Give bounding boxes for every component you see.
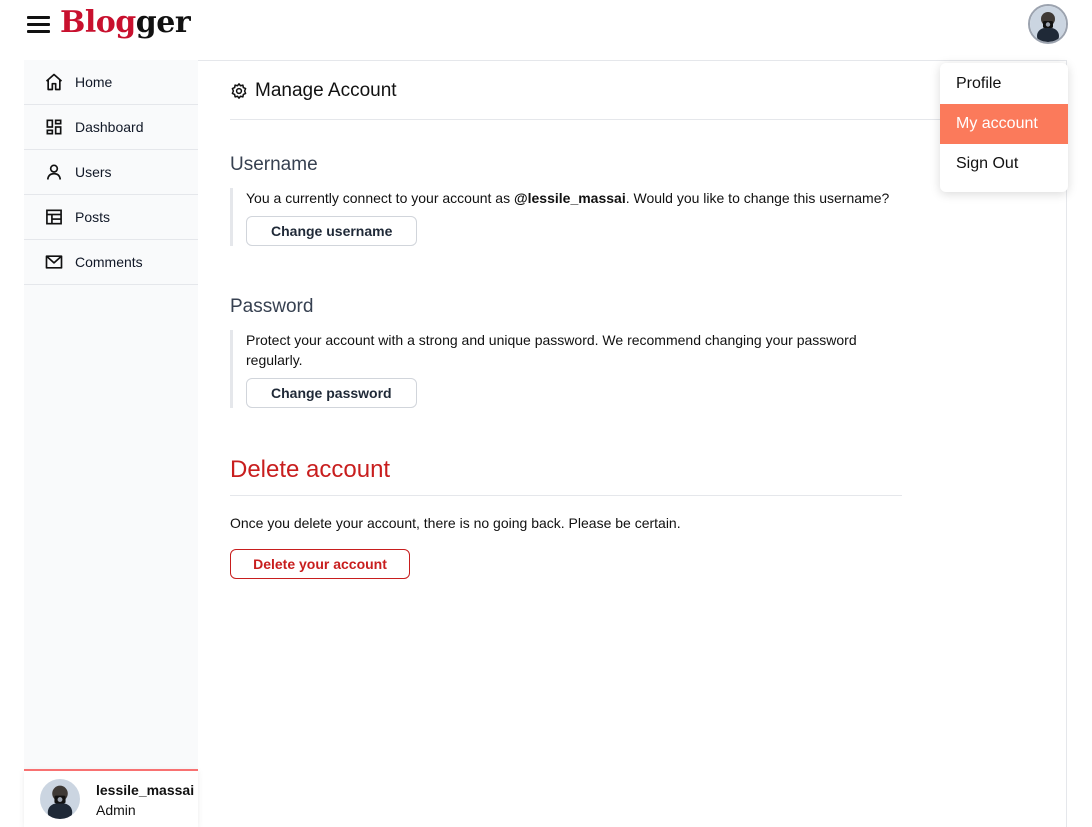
password-section: Protect your account with a strong and u… (230, 330, 880, 408)
avatar-photo-icon (40, 779, 80, 819)
username-heading: Username (230, 154, 318, 175)
page-title-text: Manage Account (255, 80, 397, 101)
sidebar-user-role: Admin (96, 802, 136, 818)
hamburger-menu-icon[interactable] (27, 14, 51, 36)
sidebar-item-home[interactable]: Home (24, 60, 198, 105)
account-dropdown-menu: Profile My account Sign Out (940, 63, 1068, 192)
sidebar-item-dashboard[interactable]: Dashboard (24, 105, 198, 150)
change-password-button[interactable]: Change password (246, 378, 417, 408)
username-handle: @lessile_massai (513, 190, 626, 206)
avatar-photo-icon (1030, 6, 1066, 42)
delete-account-heading: Delete account (230, 456, 391, 483)
sidebar-user-card[interactable]: lessile_massai Admin (24, 769, 198, 827)
password-description: Protect your account with a strong and u… (246, 332, 857, 368)
page-title: Manage Account (230, 80, 397, 102)
title-divider (230, 119, 950, 120)
sidebar-item-label: Comments (75, 254, 143, 270)
username-text-after: . Would you like to change this username… (625, 190, 890, 206)
password-heading: Password (230, 296, 314, 317)
gear-icon (231, 83, 247, 99)
username-text-before: You a currently connect to your account … (246, 190, 514, 206)
sidebar-username: lessile_massai (96, 782, 195, 798)
user-icon (46, 164, 62, 180)
sidebar-item-comments[interactable]: Comments (24, 240, 198, 285)
mail-icon (45, 255, 63, 269)
top-bar: Blogger (0, 0, 1092, 60)
delete-account-warning: Once you delete your account, there is n… (230, 515, 681, 531)
delete-divider (230, 495, 902, 496)
table-icon (46, 209, 62, 225)
logo-part-blog: Blog (60, 5, 136, 40)
username-description: You a currently connect to your account … (246, 188, 910, 208)
main-top-divider (198, 60, 1067, 61)
avatar (40, 779, 80, 819)
dropdown-item-profile[interactable]: Profile (940, 64, 1068, 104)
dashboard-icon (46, 119, 62, 135)
change-username-button[interactable]: Change username (246, 216, 418, 246)
sidebar-item-users[interactable]: Users (24, 150, 198, 195)
sidebar-item-posts[interactable]: Posts (24, 195, 198, 240)
sidebar-item-label: Users (75, 164, 112, 180)
dropdown-item-my-account[interactable]: My account (940, 104, 1068, 144)
username-section: You a currently connect to your account … (230, 188, 910, 246)
logo[interactable]: Blogger (60, 5, 191, 40)
dropdown-item-sign-out[interactable]: Sign Out (940, 144, 1068, 184)
sidebar-item-label: Home (75, 74, 113, 90)
delete-account-button[interactable]: Delete your account (230, 549, 410, 579)
sidebar-item-label: Posts (75, 209, 111, 225)
sidebar: Home Dashboard Users Posts Comments less… (24, 60, 198, 827)
sidebar-item-label: Dashboard (75, 119, 144, 135)
user-avatar-button[interactable] (1028, 4, 1068, 44)
home-icon (45, 73, 63, 91)
logo-part-ger: ger (135, 5, 191, 40)
